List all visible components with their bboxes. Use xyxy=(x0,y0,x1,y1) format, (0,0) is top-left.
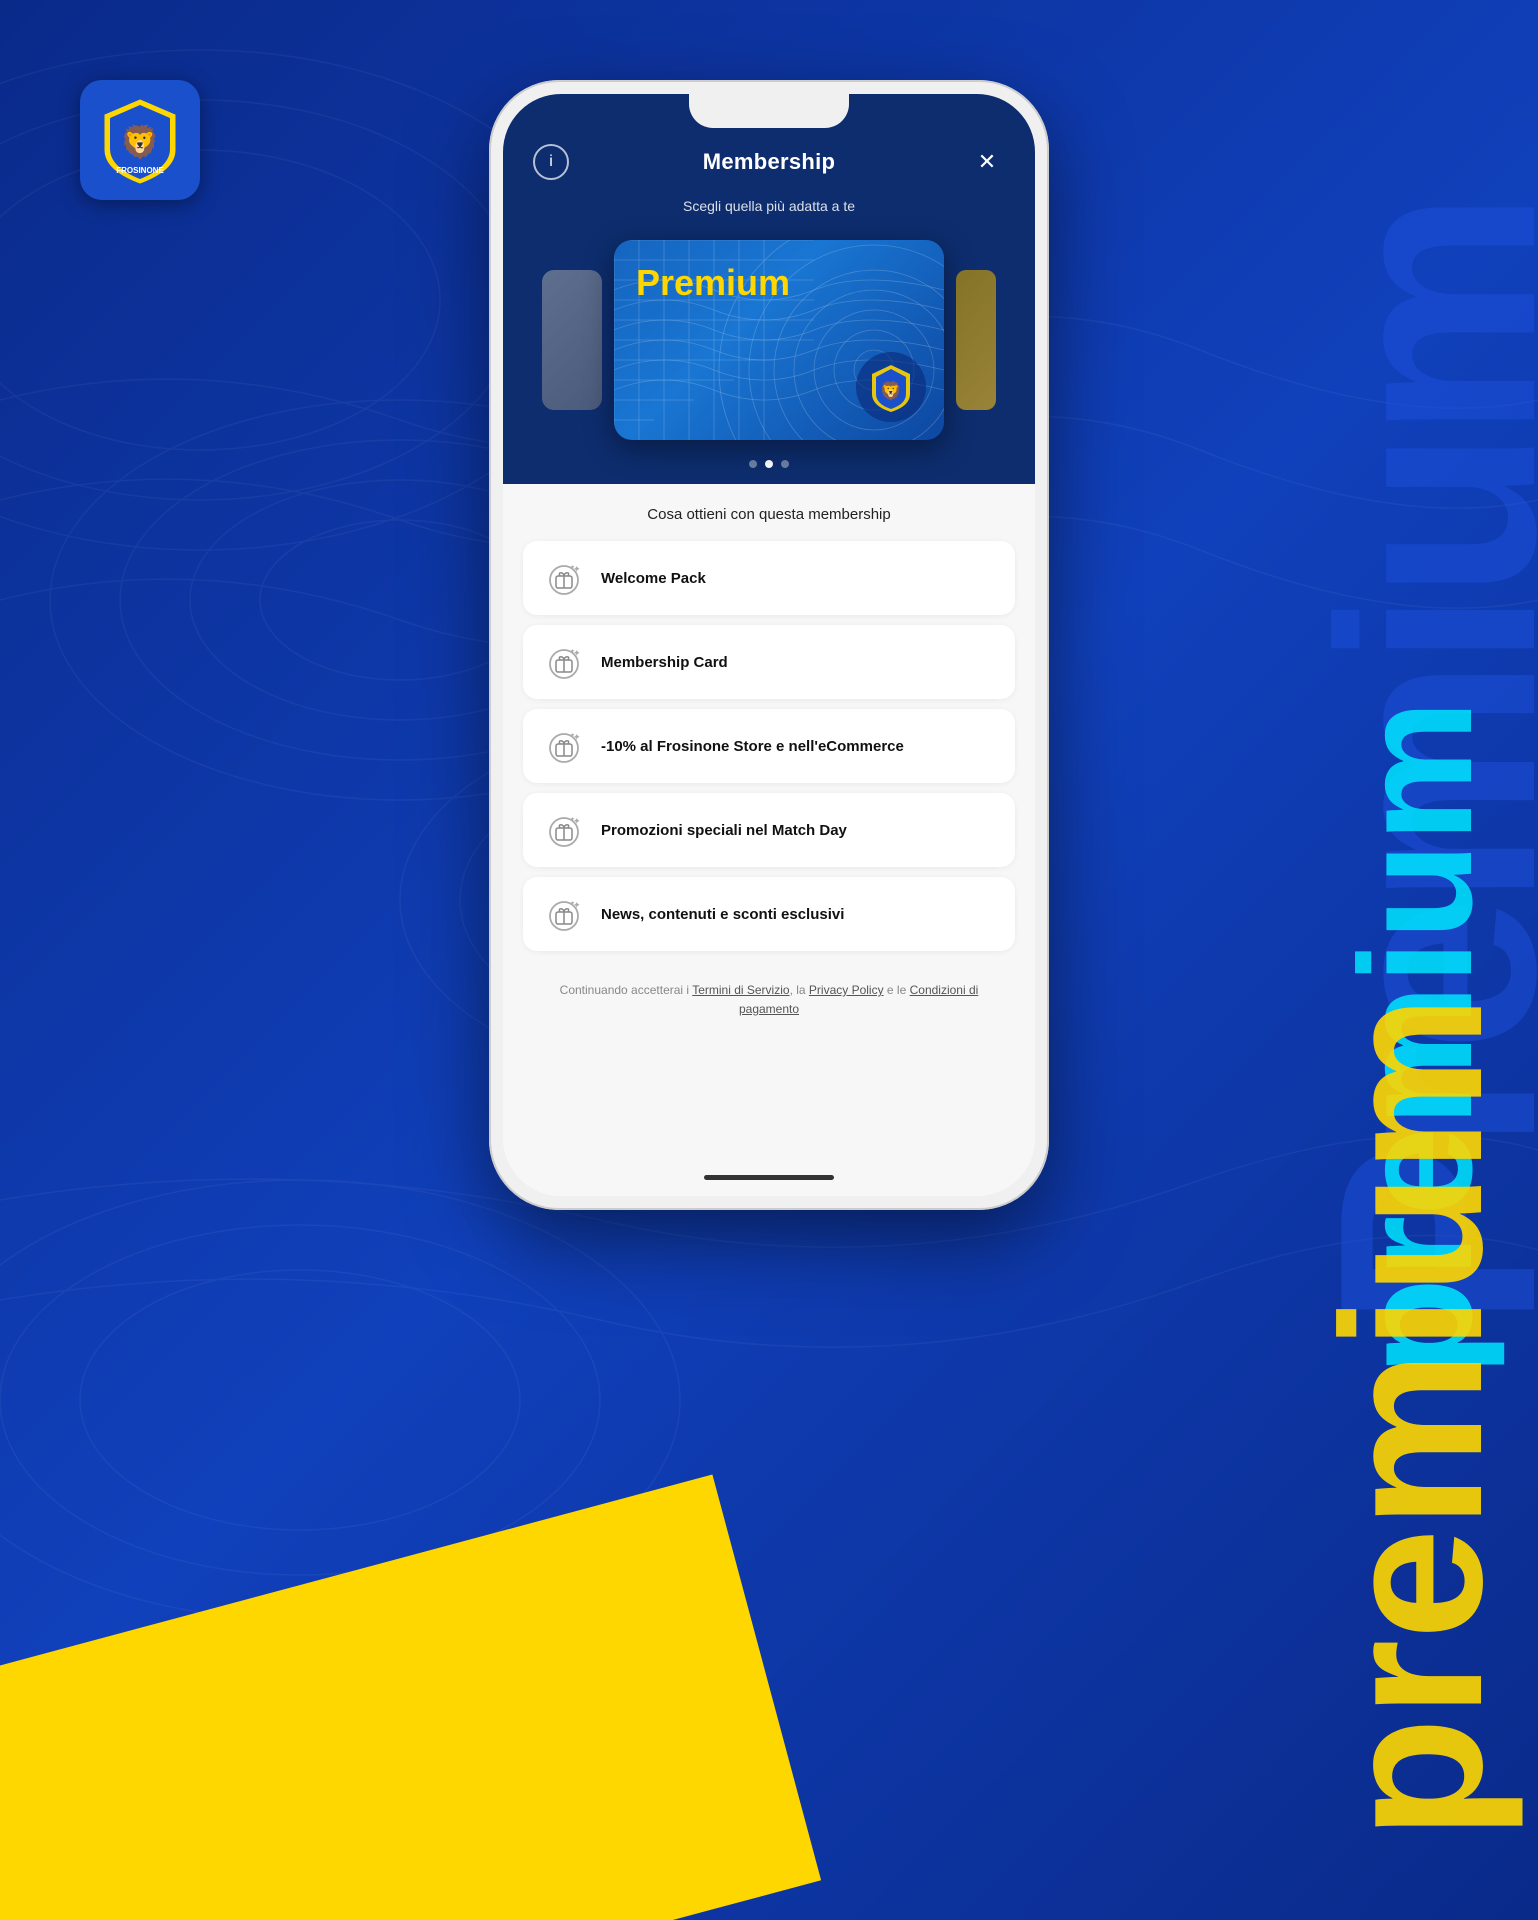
benefit-item-1: ✦ ✦ Membership Card xyxy=(523,625,1015,699)
svg-text:✦: ✦ xyxy=(570,648,575,655)
club-logo: 🦁 FROSINONE xyxy=(80,80,200,200)
membership-card[interactable]: Premium 🦁 xyxy=(614,240,944,440)
benefits-list: ✦ ✦ Welcome Pack ✦ ✦ Membership Card ✦ ✦… xyxy=(523,541,1015,951)
benefit-label-3: Promozioni speciali nel Match Day xyxy=(601,822,847,839)
page-title: Membership xyxy=(703,149,836,175)
svg-text:✦: ✦ xyxy=(570,900,575,907)
benefit-icon-2: ✦ ✦ xyxy=(543,725,585,767)
home-bar xyxy=(704,1175,834,1180)
benefit-label-2: -10% al Frosinone Store e nell'eCommerce xyxy=(601,738,904,755)
next-card[interactable] xyxy=(956,270,996,410)
benefit-icon-0: ✦ ✦ xyxy=(543,557,585,599)
card-logo: 🦁 xyxy=(856,352,926,422)
legal-prefix: Continuando accetterai i xyxy=(560,983,693,997)
benefit-item-2: ✦ ✦ -10% al Frosinone Store e nell'eComm… xyxy=(523,709,1015,783)
prev-card[interactable] xyxy=(542,270,602,410)
carousel-dots xyxy=(503,460,1035,484)
header-subtitle: Scegli quella più adatta a te xyxy=(503,198,1035,230)
legal-middle: , la xyxy=(790,983,809,997)
benefit-label-1: Membership Card xyxy=(601,654,728,671)
section-title: Cosa ottieni con questa membership xyxy=(523,506,1015,523)
content-area: Cosa ottieni con questa membership ✦ ✦ W… xyxy=(503,484,1035,1165)
info-button[interactable]: i xyxy=(533,144,569,180)
benefit-label-0: Welcome Pack xyxy=(601,570,706,587)
terms-link[interactable]: Termini di Servizio xyxy=(692,983,789,997)
benefit-icon-3: ✦ ✦ xyxy=(543,809,585,851)
svg-text:FROSINONE: FROSINONE xyxy=(116,166,164,175)
phone-wrapper: i Membership ✕ Scegli quella più adatta … xyxy=(489,80,1049,1210)
svg-text:✦: ✦ xyxy=(570,564,575,571)
benefit-icon-4: ✦ ✦ xyxy=(543,893,585,935)
dot-2[interactable] xyxy=(765,460,773,468)
benefit-item-0: ✦ ✦ Welcome Pack xyxy=(523,541,1015,615)
phone-outer: i Membership ✕ Scegli quella più adatta … xyxy=(489,80,1049,1210)
privacy-link[interactable]: Privacy Policy xyxy=(809,983,884,997)
dot-1[interactable] xyxy=(749,460,757,468)
benefit-item-4: ✦ ✦ News, contenuti e sconti esclusivi xyxy=(523,877,1015,951)
dot-3[interactable] xyxy=(781,460,789,468)
close-button[interactable]: ✕ xyxy=(969,144,1005,180)
svg-text:🦁: 🦁 xyxy=(120,124,160,160)
card-carousel: Premium 🦁 xyxy=(503,230,1035,460)
legal-text: Continuando accetterai i Termini di Serv… xyxy=(523,961,1015,1035)
card-premium-label: Premium xyxy=(636,262,790,304)
benefit-item-3: ✦ ✦ Promozioni speciali nel Match Day xyxy=(523,793,1015,867)
svg-text:✦: ✦ xyxy=(570,816,575,823)
benefit-label-4: News, contenuti e sconti esclusivi xyxy=(601,906,844,923)
home-indicator xyxy=(503,1165,1035,1196)
svg-text:✦: ✦ xyxy=(570,732,575,739)
phone-notch xyxy=(689,94,849,128)
benefit-icon-1: ✦ ✦ xyxy=(543,641,585,683)
svg-text:🦁: 🦁 xyxy=(880,380,902,401)
phone-inner: i Membership ✕ Scegli quella più adatta … xyxy=(503,94,1035,1196)
legal-suffix: e le xyxy=(884,983,910,997)
